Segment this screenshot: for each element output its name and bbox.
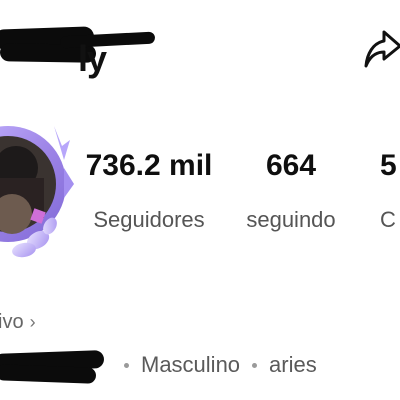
separator-dot [252, 362, 258, 368]
share-arrow-icon[interactable] [362, 26, 400, 72]
following-label: seguindo [246, 207, 336, 232]
username-visible-part: ly [78, 38, 107, 79]
profile-link-row[interactable]: ivo › [0, 311, 36, 334]
followers-label: Seguidores [93, 207, 205, 232]
tag-gender: Masculino [141, 352, 241, 377]
chevron-right-icon: › [29, 312, 36, 332]
profile-link-label: ivo [0, 311, 24, 333]
profile-screen: ly 736.2 mil Seguidores 664 seguindo 5 C… [0, 0, 400, 400]
following-count: 664 [265, 149, 317, 182]
third-stat-label: C [380, 207, 396, 232]
third-stat-count: 5 [380, 149, 397, 182]
tag-sign: aries [269, 352, 317, 377]
separator-dot [124, 362, 129, 368]
avatar-frame-icon [0, 126, 74, 258]
stat-followers[interactable]: 736.2 mil Seguidores [74, 148, 224, 234]
profile-tags: Masculino aries [112, 352, 317, 378]
stat-third[interactable]: 5 C [380, 148, 400, 234]
redacted-tag-stroke [0, 364, 97, 384]
followers-count: 736.2 mil [85, 149, 213, 182]
avatar[interactable] [0, 98, 74, 268]
stat-following[interactable]: 664 seguindo [236, 148, 346, 234]
